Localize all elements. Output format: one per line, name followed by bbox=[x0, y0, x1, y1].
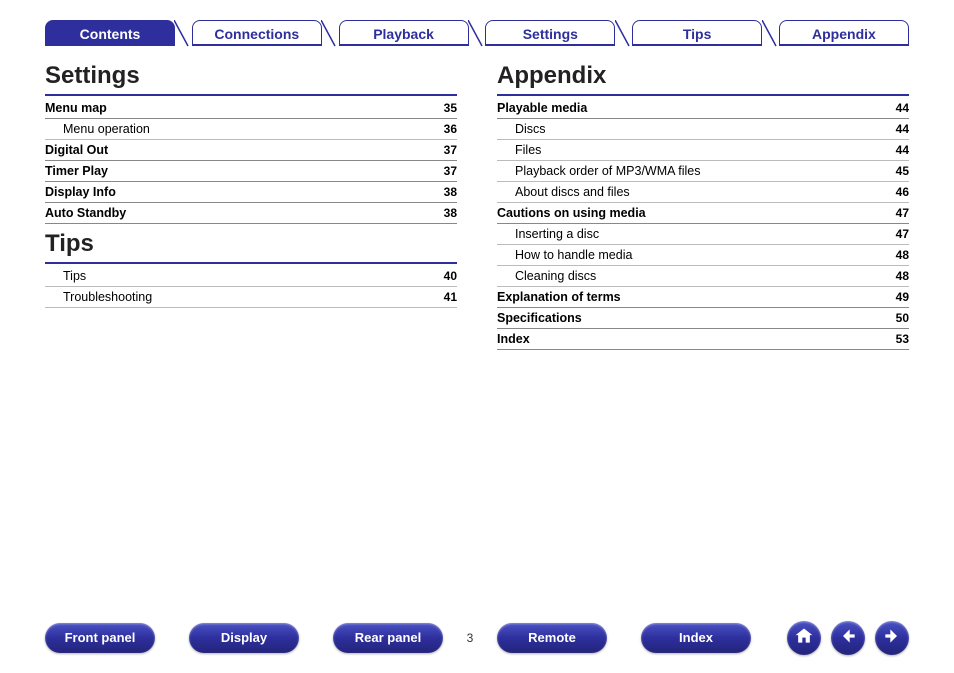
rear-panel-button[interactable]: Rear panel bbox=[333, 623, 443, 653]
toc-label: Troubleshooting bbox=[45, 290, 152, 304]
toc-label: Explanation of terms bbox=[497, 290, 621, 304]
front-panel-button[interactable]: Front panel bbox=[45, 623, 155, 653]
toc-label: About discs and files bbox=[497, 185, 630, 199]
toc-page: 37 bbox=[444, 143, 457, 157]
bottom-mid-group: Remote Index bbox=[497, 623, 751, 653]
toc-row[interactable]: Menu operation 36 bbox=[45, 119, 457, 140]
toc-row[interactable]: Files 44 bbox=[497, 140, 909, 161]
toc-row[interactable]: Specifications 50 bbox=[497, 308, 909, 329]
toc-label: Files bbox=[497, 143, 541, 157]
tab-appendix[interactable]: Appendix bbox=[779, 20, 909, 46]
tab-settings[interactable]: Settings bbox=[485, 20, 615, 46]
display-button[interactable]: Display bbox=[189, 623, 299, 653]
toc-row[interactable]: Playback order of MP3/WMA files 45 bbox=[497, 161, 909, 182]
toc-row[interactable]: Tips 40 bbox=[45, 266, 457, 287]
toc-label: Inserting a disc bbox=[497, 227, 599, 241]
section-rule bbox=[45, 94, 457, 96]
toc-row[interactable]: Display Info 38 bbox=[45, 182, 457, 203]
tab-divider bbox=[617, 20, 631, 46]
toc-page: 35 bbox=[444, 101, 457, 115]
tab-tips[interactable]: Tips bbox=[632, 20, 762, 46]
toc-label: How to handle media bbox=[497, 248, 632, 262]
toc-label: Timer Play bbox=[45, 164, 108, 178]
tab-divider bbox=[764, 20, 778, 46]
toc-page: 40 bbox=[444, 269, 457, 283]
bottom-left-group: Front panel Display Rear panel bbox=[45, 623, 443, 653]
right-column: AppendixPlayable media44Discs44Files44Pl… bbox=[497, 56, 909, 350]
home-button[interactable] bbox=[787, 621, 821, 655]
index-button[interactable]: Index bbox=[641, 623, 751, 653]
toc-label: Discs bbox=[497, 122, 546, 136]
next-button[interactable] bbox=[875, 621, 909, 655]
toc-page: 46 bbox=[896, 185, 909, 199]
toc-page: 47 bbox=[896, 206, 909, 220]
toc-page: 36 bbox=[444, 122, 457, 136]
home-icon bbox=[794, 626, 814, 651]
toc-page: 44 bbox=[896, 101, 909, 115]
toc-row[interactable]: How to handle media 48 bbox=[497, 245, 909, 266]
toc-label: Menu operation bbox=[45, 122, 150, 136]
toc-page: 47 bbox=[896, 227, 909, 241]
toc-label: Menu map bbox=[45, 101, 107, 115]
remote-button[interactable]: Remote bbox=[497, 623, 607, 653]
section-title: Appendix bbox=[497, 62, 909, 90]
arrow-right-icon bbox=[882, 626, 902, 651]
toc-row[interactable]: Digital Out 37 bbox=[45, 140, 457, 161]
bottom-bar: Front panel Display Rear panel 3 Remote … bbox=[0, 621, 954, 655]
arrow-left-icon bbox=[838, 626, 858, 651]
toc-page: 44 bbox=[896, 122, 909, 136]
toc-label: Display Info bbox=[45, 185, 116, 199]
toc-row[interactable]: Explanation of terms 49 bbox=[497, 287, 909, 308]
toc-label: Tips bbox=[45, 269, 86, 283]
toc-row[interactable]: Inserting a disc 47 bbox=[497, 224, 909, 245]
tab-connections[interactable]: Connections bbox=[192, 20, 322, 46]
section-rule bbox=[497, 94, 909, 96]
toc-row[interactable]: Menu map 35 bbox=[45, 98, 457, 119]
toc-row[interactable]: Cautions on using media 47 bbox=[497, 203, 909, 224]
tab-divider bbox=[323, 20, 337, 46]
toc-label: Cautions on using media bbox=[497, 206, 646, 220]
prev-button[interactable] bbox=[831, 621, 865, 655]
toc-page: 37 bbox=[444, 164, 457, 178]
toc-row[interactable]: Playable media 44 bbox=[497, 98, 909, 119]
toc-label: Digital Out bbox=[45, 143, 108, 157]
tab-divider bbox=[176, 20, 190, 46]
toc-page: 48 bbox=[896, 269, 909, 283]
toc-label: Playable media bbox=[497, 101, 587, 115]
content-area: Settings Menu map 35 Menu operation 36 Digita… bbox=[0, 46, 954, 350]
tab-divider bbox=[470, 20, 484, 46]
top-tabs: Contents Connections Playback Settings T… bbox=[0, 0, 954, 46]
toc-label: Auto Standby bbox=[45, 206, 126, 220]
toc-row[interactable]: Troubleshooting 41 bbox=[45, 287, 457, 308]
toc-page: 49 bbox=[896, 290, 909, 304]
tab-playback[interactable]: Playback bbox=[339, 20, 469, 46]
toc-row[interactable]: Cleaning discs 48 bbox=[497, 266, 909, 287]
toc-label: Specifications bbox=[497, 311, 582, 325]
toc-label: Playback order of MP3/WMA files bbox=[497, 164, 700, 178]
toc-label: Cleaning discs bbox=[497, 269, 596, 283]
toc-page: 44 bbox=[896, 143, 909, 157]
toc-page: 45 bbox=[896, 164, 909, 178]
toc-page: 38 bbox=[444, 185, 457, 199]
toc-label: Index bbox=[497, 332, 530, 346]
section-title: Settings bbox=[45, 62, 457, 90]
toc-page: 53 bbox=[896, 332, 909, 346]
toc-page: 38 bbox=[444, 206, 457, 220]
toc-row[interactable]: Index 53 bbox=[497, 329, 909, 350]
toc-page: 50 bbox=[896, 311, 909, 325]
toc-row[interactable]: About discs and files 46 bbox=[497, 182, 909, 203]
toc-row[interactable]: Discs 44 bbox=[497, 119, 909, 140]
section-rule bbox=[45, 262, 457, 264]
tab-contents[interactable]: Contents bbox=[45, 20, 175, 46]
toc-row[interactable]: Timer Play 37 bbox=[45, 161, 457, 182]
nav-buttons bbox=[787, 621, 909, 655]
left-column: Settings Menu map 35 Menu operation 36 Digita… bbox=[45, 56, 457, 350]
toc-page: 48 bbox=[896, 248, 909, 262]
toc-row[interactable]: Auto Standby 38 bbox=[45, 203, 457, 224]
section-title: Tips bbox=[45, 230, 457, 258]
page-number: 3 bbox=[461, 631, 479, 645]
toc-page: 41 bbox=[444, 290, 457, 304]
